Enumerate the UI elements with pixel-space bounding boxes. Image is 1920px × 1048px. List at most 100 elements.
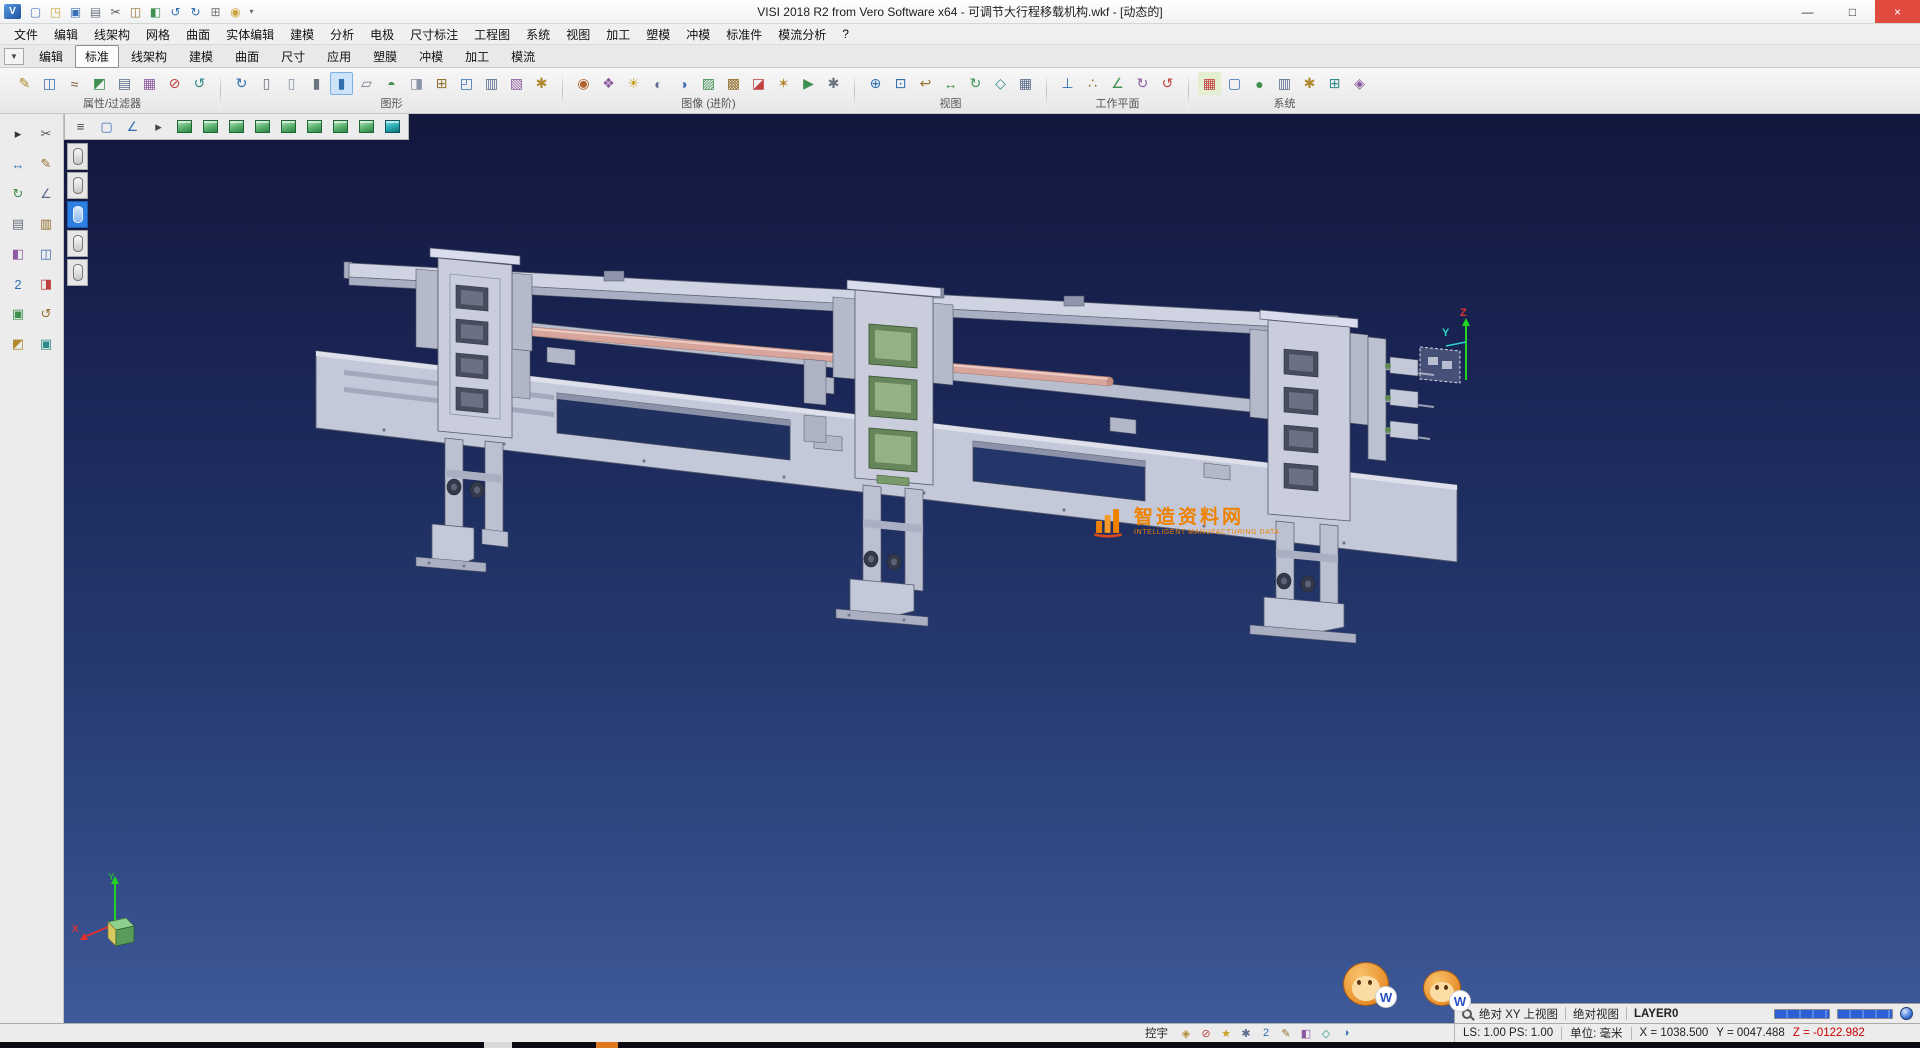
transparent-display-icon[interactable]: ▱	[355, 72, 378, 95]
display-options-icon[interactable]: ✱	[530, 72, 553, 95]
dimensioning-menu[interactable]: 尺寸标注	[402, 24, 466, 45]
view-menu-button[interactable]: ≡	[68, 116, 93, 137]
snap-mode-label[interactable]: 控宇	[1145, 1025, 1168, 1041]
snap-2d-icon[interactable]: 2	[1258, 1025, 1274, 1041]
shadows-icon[interactable]: ◐	[647, 72, 670, 95]
solid-edit-menu[interactable]: 实体编辑	[218, 24, 282, 45]
cut-icon[interactable]: ✂	[106, 2, 125, 21]
grid-settings-icon[interactable]: ⊞	[1323, 72, 1346, 95]
snap-edit-icon[interactable]: ✎	[1278, 1025, 1294, 1041]
color-table-icon[interactable]: ▦	[1198, 72, 1221, 95]
color-brush-icon[interactable]: ◧	[7, 243, 29, 265]
zoom-all-icon[interactable]: ⊕	[864, 72, 887, 95]
filter-layer-icon[interactable]: ▤	[113, 72, 136, 95]
print-icon[interactable]: ▤	[86, 2, 105, 21]
selection-filter-5-button[interactable]	[67, 259, 88, 286]
view-window-button[interactable]: ▢	[94, 116, 119, 137]
workplane-rotate-icon[interactable]: ↻	[1131, 72, 1154, 95]
redraw-icon[interactable]: ↻	[230, 72, 253, 95]
filter-reset-icon[interactable]: ↺	[188, 72, 211, 95]
calculator-icon[interactable]: ▥	[1273, 72, 1296, 95]
help-menu[interactable]: ?	[834, 25, 857, 43]
selection-filter-4-button[interactable]	[67, 230, 88, 257]
machining-menu[interactable]: 加工	[598, 24, 638, 45]
view-mode-label[interactable]: 绝对视图	[1573, 1006, 1619, 1022]
open-file-icon[interactable]: ◳	[46, 2, 65, 21]
capture-image-icon[interactable]: ▧	[505, 72, 528, 95]
edit-element-icon[interactable]: ✎	[35, 153, 57, 175]
view-right-button[interactable]	[354, 116, 379, 137]
dynamic-rotation-icon[interactable]: ◓	[380, 72, 403, 95]
zoom-previous-icon[interactable]: ↩	[914, 72, 937, 95]
background-env-icon[interactable]: ▨	[697, 72, 720, 95]
view-front-button[interactable]	[276, 116, 301, 137]
clipboard-icon[interactable]: ◫	[35, 243, 57, 265]
view-shaded-button[interactable]	[380, 116, 405, 137]
box-display-icon[interactable]: ⊞	[430, 72, 453, 95]
snap-options-icon[interactable]: ✱	[1238, 1025, 1254, 1041]
move-element-icon[interactable]: ↔	[7, 153, 29, 175]
pan-icon[interactable]: ↔	[939, 72, 962, 95]
moldflow-tab[interactable]: 模流	[501, 45, 545, 68]
surface-menu[interactable]: 曲面	[178, 24, 218, 45]
view-back-button[interactable]	[302, 116, 327, 137]
file-menu[interactable]: 文件	[6, 24, 46, 45]
dimension-tab[interactable]: 尺寸	[271, 45, 315, 68]
view-left-button[interactable]	[328, 116, 353, 137]
mesh-menu[interactable]: 网格	[138, 24, 178, 45]
render-settings-icon[interactable]: ✱	[822, 72, 845, 95]
electrode-menu[interactable]: 电极	[362, 24, 402, 45]
workplane-3points-icon[interactable]: ∴	[1081, 72, 1104, 95]
rotate-view-icon[interactable]: ↻	[964, 72, 987, 95]
view-bottom-button[interactable]	[250, 116, 275, 137]
die-tab[interactable]: 冲模	[409, 45, 453, 68]
standard-tab[interactable]: 标准	[75, 45, 119, 68]
tab-dropdown-icon[interactable]: ▼	[4, 48, 24, 65]
photo-render-icon[interactable]: ✶	[772, 72, 795, 95]
modeling-tab[interactable]: 建模	[179, 45, 223, 68]
moldflow-analysis-menu[interactable]: 模流分析	[770, 24, 834, 45]
system-menu[interactable]: 系统	[518, 24, 558, 45]
snap-palette-icon[interactable]: ◧	[1298, 1025, 1314, 1041]
snap-settings-icon[interactable]: ✱	[1298, 72, 1321, 95]
palette-icon[interactable]: ◩	[7, 333, 29, 355]
cad-model[interactable]	[304, 229, 1474, 649]
lights-icon[interactable]: ☀	[622, 72, 645, 95]
rotate-element-icon[interactable]: ↻	[7, 183, 29, 205]
redo-icon[interactable]: ↻	[186, 2, 205, 21]
undo-step-icon[interactable]: ↺	[35, 303, 57, 325]
wireframe-tab[interactable]: 线架构	[121, 45, 177, 68]
workplane-entity-icon[interactable]: ∠	[1106, 72, 1129, 95]
preferences-icon[interactable]: ◈	[1348, 72, 1371, 95]
taskbar-item[interactable]	[484, 1042, 512, 1048]
view-iso-button[interactable]	[172, 116, 197, 137]
attribute-copy-icon[interactable]: ◫	[38, 72, 61, 95]
zoom-window-icon[interactable]: ⊡	[889, 72, 912, 95]
animation-icon[interactable]: ▶	[797, 72, 820, 95]
selection-filter-3-button[interactable]	[67, 201, 88, 228]
measure-element-icon[interactable]: ∠	[35, 183, 57, 205]
save-file-icon[interactable]: ▣	[66, 2, 85, 21]
minimize-button[interactable]: —	[1785, 0, 1830, 23]
surface-tab[interactable]: 曲面	[225, 45, 269, 68]
view-pointer-button[interactable]: ▸	[146, 116, 171, 137]
snap-disable-icon[interactable]: ⊘	[1198, 1025, 1214, 1041]
machining-tab[interactable]: 加工	[455, 45, 499, 68]
texture-icon[interactable]: ▩	[722, 72, 745, 95]
filter-all-icon[interactable]: ≈	[63, 72, 86, 95]
section-icon[interactable]: ◪	[747, 72, 770, 95]
taskbar-item[interactable]	[596, 1042, 618, 1048]
grid-toggle-icon[interactable]: ⊞	[206, 2, 225, 21]
edit-menu[interactable]: 编辑	[46, 24, 86, 45]
application-tab[interactable]: 应用	[317, 45, 361, 68]
selection-filter-2-button[interactable]	[67, 172, 88, 199]
die-menu[interactable]: 冲模	[678, 24, 718, 45]
ghost-display-icon[interactable]: ◨	[405, 72, 428, 95]
notes-icon[interactable]: ▥	[35, 213, 57, 235]
save-view-icon[interactable]: ▣	[35, 333, 57, 355]
globe-icon[interactable]	[1900, 1007, 1913, 1020]
view-manager-icon[interactable]: ▦	[1014, 72, 1037, 95]
help-info-icon[interactable]: ◉	[226, 2, 245, 21]
snap-favorite-icon[interactable]: ★	[1218, 1025, 1234, 1041]
paste-icon[interactable]: ◧	[146, 2, 165, 21]
